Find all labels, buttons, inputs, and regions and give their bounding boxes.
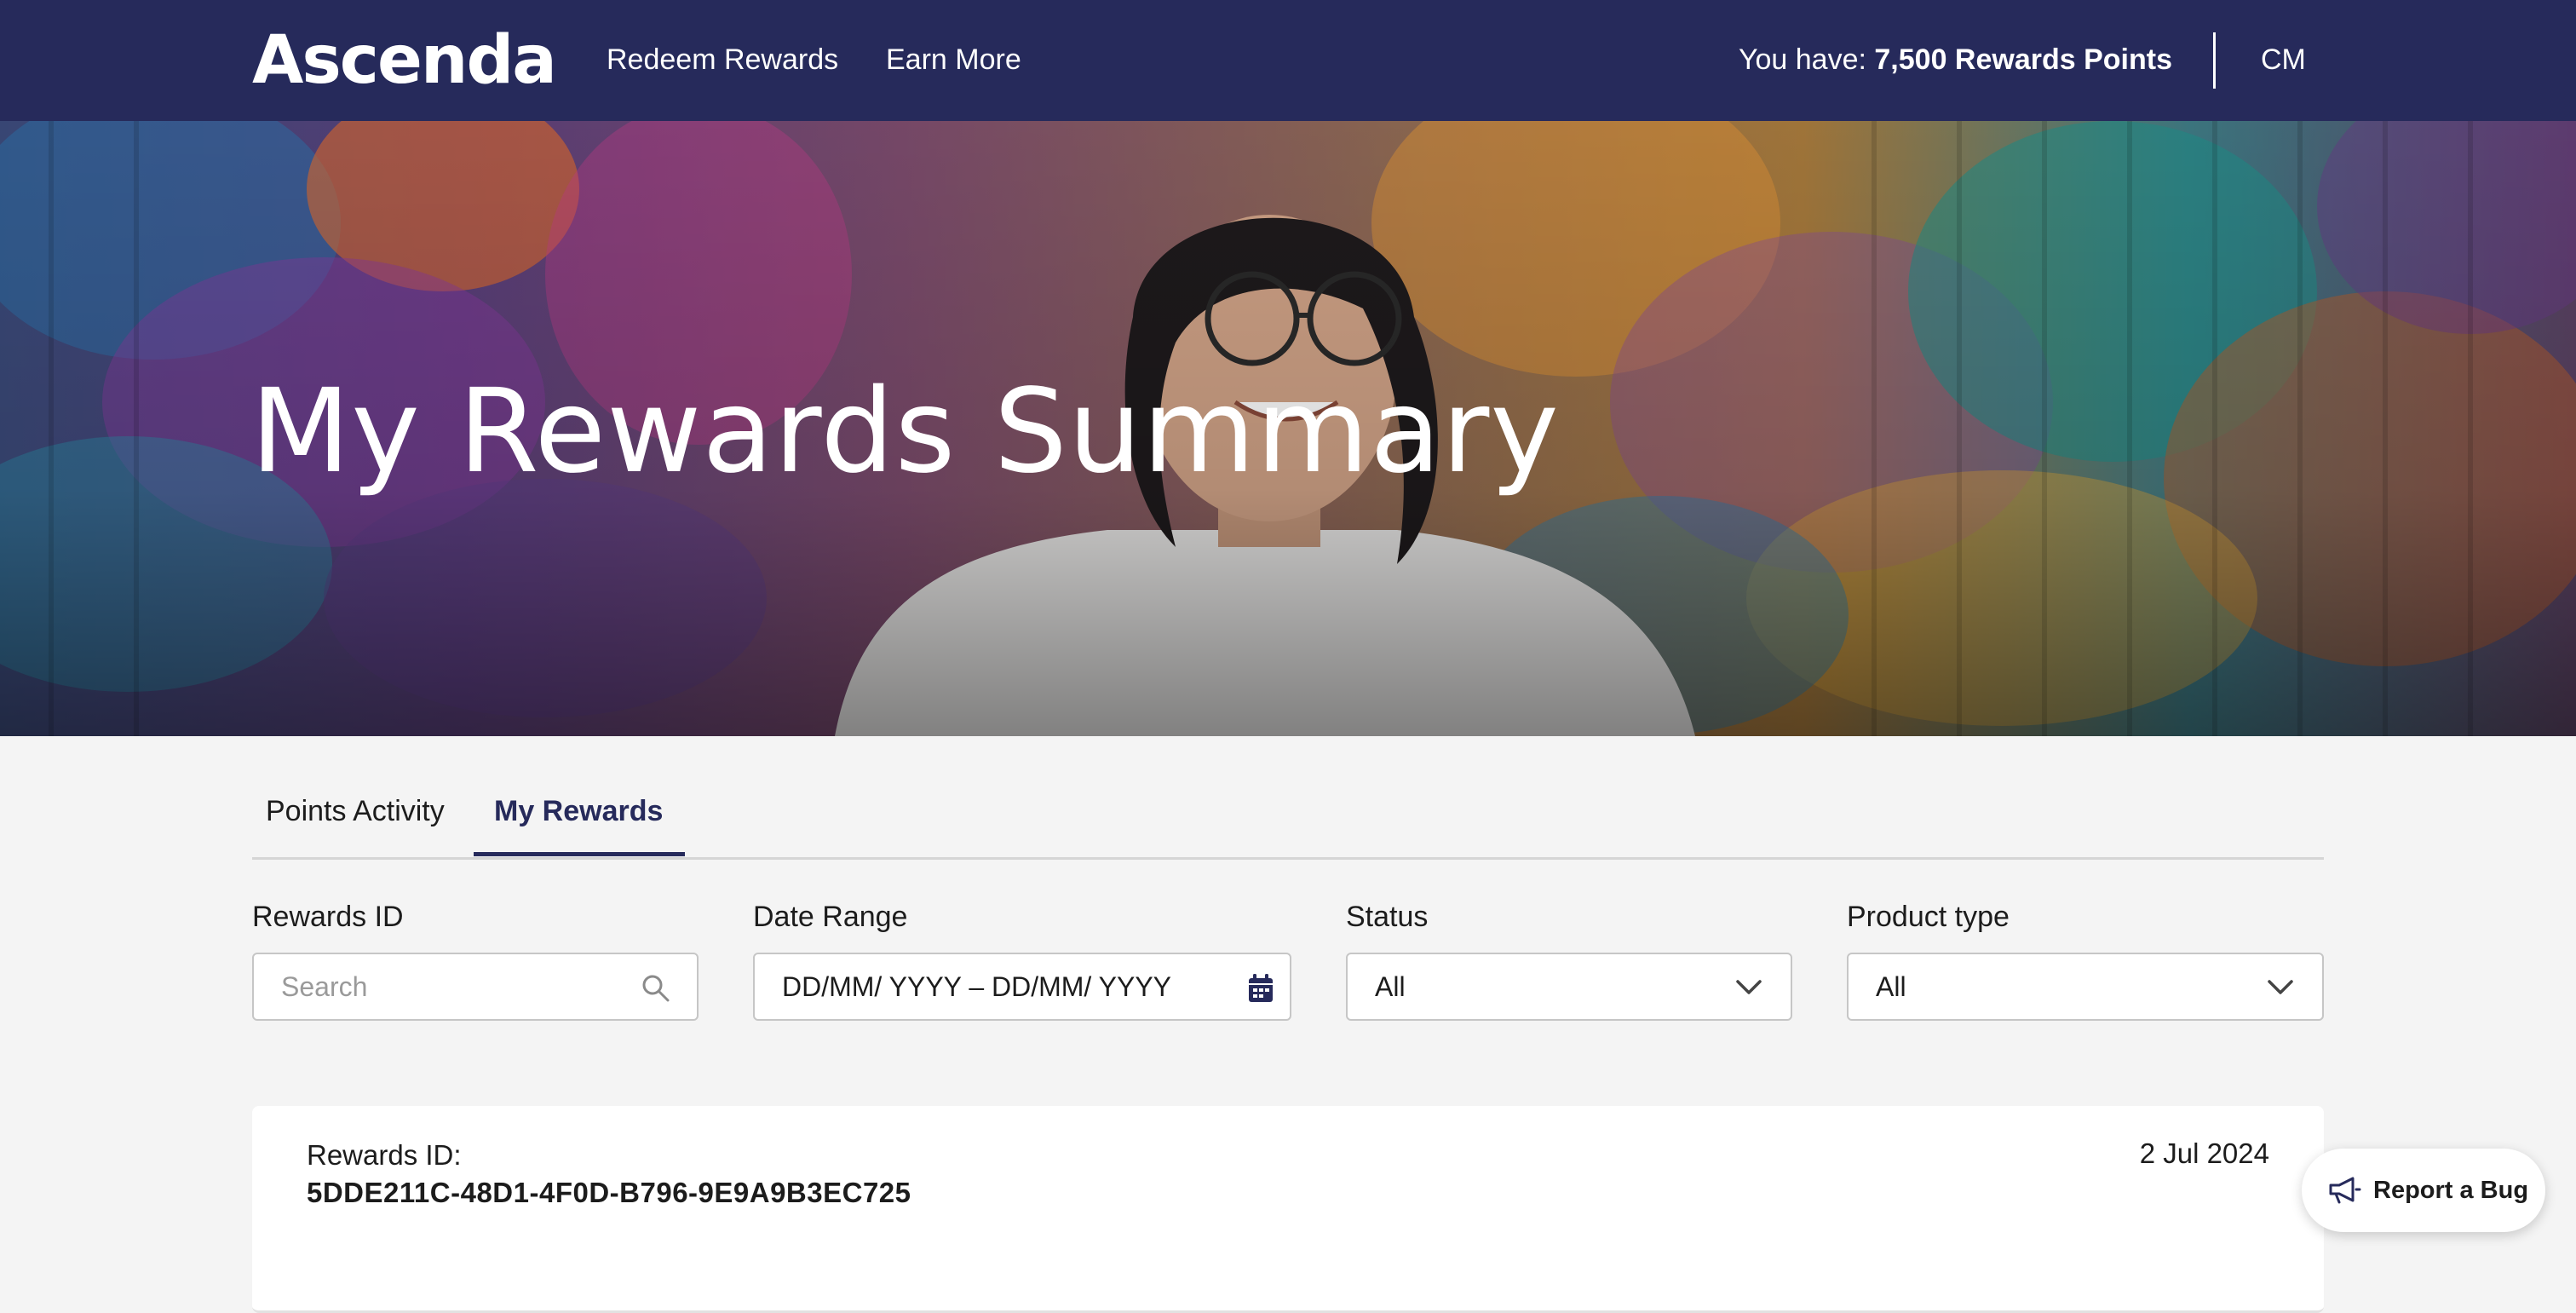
reward-date: 2 Jul 2024 (2139, 1137, 2269, 1169)
points-prefix: You have: (1738, 43, 1875, 76)
status-select[interactable]: All (1346, 953, 1792, 1021)
product-type-label: Product type (1847, 901, 2010, 933)
product-type-select[interactable]: All (1847, 953, 2324, 1021)
reward-id-label: Rewards ID: (307, 1139, 462, 1171)
logo-text: Ascenda (252, 22, 557, 99)
status-value: All (1375, 971, 1406, 1002)
date-range-value: DD/MM/ YYYY – DD/MM/ YYYY (782, 971, 1171, 1002)
rewards-tabs: Points Activity My Rewards (252, 767, 2324, 860)
report-bug-button[interactable]: Report a Bug (2302, 1149, 2545, 1232)
nav-redeem-rewards[interactable]: Redeem Rewards (607, 41, 838, 78)
reward-id-value: 5DDE211C-48D1-4F0D-B796-9E9A9B3EC725 (307, 1177, 911, 1208)
rewards-id-search-input[interactable]: Search (252, 953, 699, 1021)
product-type-value: All (1876, 971, 1906, 1002)
reward-card[interactable]: Rewards ID: 5DDE211C-48D1-4F0D-B796-9E9A… (252, 1106, 2324, 1313)
hero-banner: My Rewards Summary (0, 121, 2576, 736)
calendar-icon[interactable] (1247, 973, 1274, 1004)
top-navigation-bar: Ascenda Redeem Rewards Earn More You hav… (0, 0, 2576, 121)
date-range-label: Date Range (753, 901, 908, 933)
user-avatar[interactable]: CM (2261, 41, 2306, 78)
search-icon[interactable] (641, 973, 671, 1004)
rewards-id-label: Rewards ID (252, 901, 404, 933)
points-value: 7,500 Rewards Points (1874, 43, 2172, 76)
points-balance: You have: 7,500 Rewards Points (1739, 41, 2172, 78)
nav-earn-more[interactable]: Earn More (886, 41, 1021, 78)
header-divider (2213, 32, 2216, 89)
tab-my-rewards[interactable]: My Rewards (494, 792, 663, 830)
search-placeholder: Search (281, 971, 368, 1002)
megaphone-icon (2329, 1177, 2361, 1204)
tab-points-activity[interactable]: Points Activity (266, 792, 445, 830)
status-label: Status (1346, 901, 1429, 933)
active-tab-indicator (474, 852, 685, 856)
chevron-down-icon (1736, 980, 1762, 994)
page-title: My Rewards Summary (250, 365, 1560, 499)
report-bug-label: Report a Bug (2373, 1176, 2529, 1204)
date-range-picker[interactable]: DD/MM/ YYYY – DD/MM/ YYYY (753, 953, 1291, 1021)
ascenda-logo[interactable]: Ascenda (252, 22, 557, 99)
chevron-down-icon (2268, 980, 2293, 994)
